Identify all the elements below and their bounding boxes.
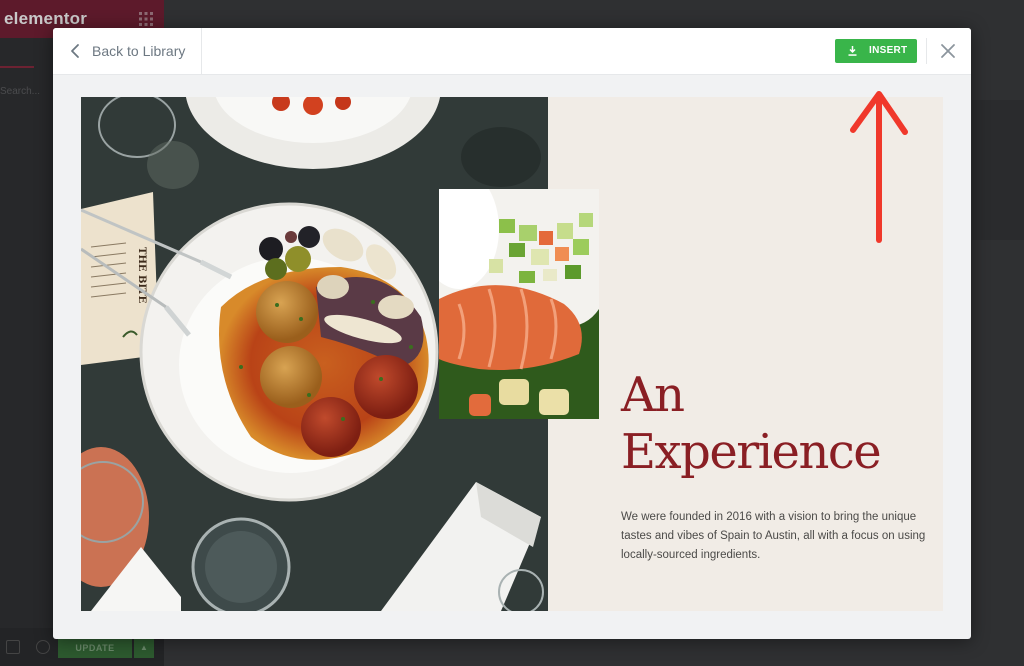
template-headline: An Experience — [621, 367, 882, 481]
grid-icon[interactable] — [139, 12, 153, 26]
editor-logo: elementor — [4, 9, 88, 28]
update-button[interactable]: UPDATE — [58, 638, 132, 658]
responsive-icon[interactable] — [6, 640, 20, 654]
close-icon[interactable] — [937, 40, 959, 62]
insert-label: INSERT — [869, 45, 908, 56]
editor-active-tab-indicator — [0, 66, 34, 68]
back-to-library-button[interactable]: Back to Library — [53, 28, 202, 74]
food-photo-salmon — [439, 189, 599, 419]
editor-search-stub: Search... — [0, 86, 41, 97]
editor-canvas-section — [972, 100, 1024, 240]
modal-header: Back to Library INSERT — [53, 28, 971, 75]
template-preview: THE BITE An Experience We were founded i… — [81, 97, 943, 611]
back-to-library-label: Back to Library — [92, 43, 186, 59]
chevron-left-icon — [71, 44, 79, 58]
arrow-up-icon — [850, 91, 908, 243]
download-icon — [848, 46, 857, 56]
insert-button[interactable]: INSERT — [835, 39, 917, 63]
preview-eye-icon[interactable] — [36, 640, 50, 654]
template-body-text: We were founded in 2016 with a vision to… — [621, 511, 926, 561]
template-preview-modal: Back to Library INSERT THE BITE An Exper… — [53, 28, 971, 639]
menu-card-text: THE BITE — [136, 247, 147, 304]
headline-line-1: An — [621, 367, 685, 423]
update-options-button[interactable]: ▲ — [134, 638, 154, 658]
header-divider — [926, 38, 927, 64]
headline-line-2: Experience — [621, 424, 882, 480]
